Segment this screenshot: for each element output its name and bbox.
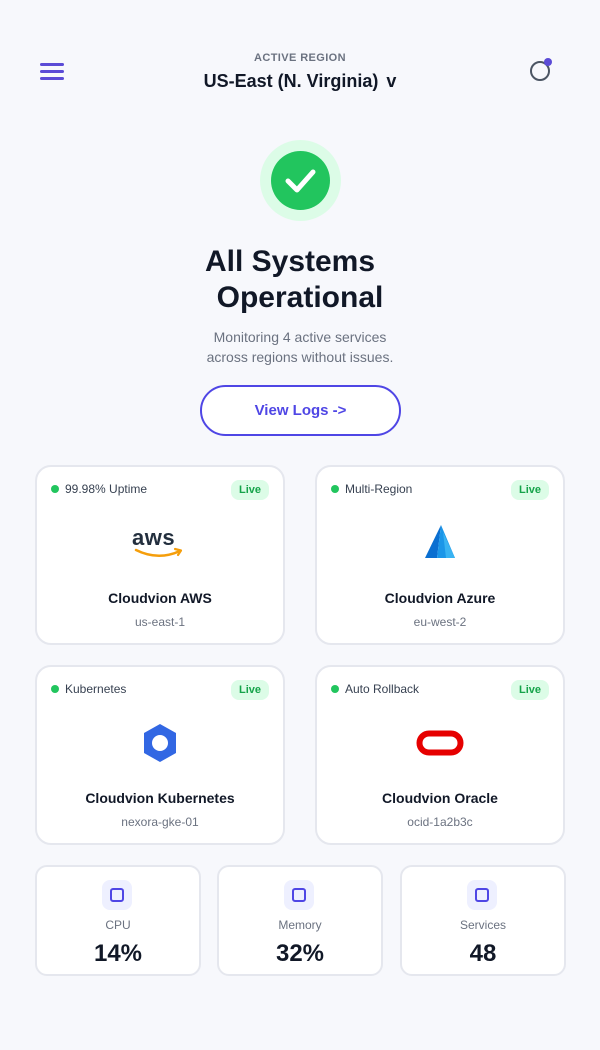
live-badge: Live: [230, 480, 269, 500]
view-logs-button[interactable]: View Logs ->: [200, 385, 401, 436]
service-region: nexora-gke-01: [121, 815, 199, 829]
service-card-oracle[interactable]: Auto Rollback Live Cloudvion Oracle ocid…: [315, 665, 565, 845]
metric-label: Memory: [278, 918, 322, 932]
status-subtitle-line2: across regions without issues.: [206, 349, 394, 365]
service-stat: Kubernetes: [51, 682, 126, 696]
status-title: All Systems Operational: [0, 244, 600, 316]
region-selector[interactable]: US-East (N. Virginia) v: [0, 71, 600, 92]
status-dot: [331, 685, 339, 693]
app-header: ACTIVE REGION US-East (N. Virginia) v: [0, 0, 600, 120]
service-stat: 99.98% Uptime: [51, 482, 147, 496]
service-card-azure[interactable]: Multi-Region Live Cloudvion Azure eu-wes…: [315, 465, 565, 645]
status-check-badge: [260, 140, 341, 221]
metric-label: Services: [459, 918, 506, 932]
service-card-kubernetes[interactable]: Kubernetes Live Cloudvion Kubernetes nex…: [35, 665, 285, 845]
service-stat: Auto Rollback: [331, 682, 419, 696]
region-label: ACTIVE REGION: [254, 52, 346, 64]
status-title-line2: Operational: [216, 281, 384, 314]
azure-logo: [317, 519, 563, 567]
status-dot: [51, 485, 59, 493]
metric-value: 32%: [275, 940, 325, 967]
oracle-logo: [317, 719, 563, 767]
service-card-aws[interactable]: 99.98% Uptime Live aws Cloudvion AWS us-…: [35, 465, 285, 645]
live-badge: Live: [510, 480, 549, 500]
service-name: Cloudvion Kubernetes: [85, 790, 235, 806]
services-icon: [467, 880, 497, 910]
status-subtitle-line1: Monitoring 4 active services: [213, 329, 387, 345]
service-stat-label: Kubernetes: [65, 682, 127, 696]
chip-icon: [102, 880, 132, 910]
region-value: US-East (N. Virginia): [203, 71, 379, 91]
metric-card-memory[interactable]: Memory 32%: [217, 865, 383, 976]
status-subtitle: Monitoring 4 active services across regi…: [0, 327, 600, 367]
metric-card-cpu[interactable]: CPU 14%: [35, 865, 201, 976]
status-dot: [331, 485, 339, 493]
metric-value: 14%: [93, 940, 143, 967]
service-region: ocid-1a2b3c: [407, 815, 473, 829]
kubernetes-logo: [37, 719, 283, 767]
status-dot: [51, 685, 59, 693]
service-name: Cloudvion AWS: [108, 590, 212, 606]
aws-logo: aws: [37, 519, 283, 567]
notification-dot: [544, 58, 552, 66]
metric-card-services[interactable]: Services 48: [400, 865, 566, 976]
metric-value: 48: [469, 940, 497, 967]
notification-bell-icon[interactable]: [528, 58, 554, 84]
check-icon: [285, 169, 316, 193]
service-stat-label: Auto Rollback: [345, 682, 420, 696]
chevron-down-icon: v: [386, 71, 397, 91]
service-stat: Multi-Region: [331, 482, 412, 496]
metric-label: CPU: [105, 918, 131, 932]
status-title-line1: All Systems: [204, 245, 376, 278]
aws-wordmark: aws: [132, 525, 176, 550]
service-stat-label: 99.98% Uptime: [65, 482, 148, 496]
memory-icon: [284, 880, 314, 910]
live-badge: Live: [230, 680, 269, 700]
service-region: eu-west-2: [413, 615, 467, 629]
live-badge: Live: [510, 680, 549, 700]
service-stat-label: Multi-Region: [345, 482, 413, 496]
service-region: us-east-1: [134, 615, 186, 629]
service-name: Cloudvion Oracle: [382, 790, 498, 806]
service-name: Cloudvion Azure: [384, 590, 496, 606]
